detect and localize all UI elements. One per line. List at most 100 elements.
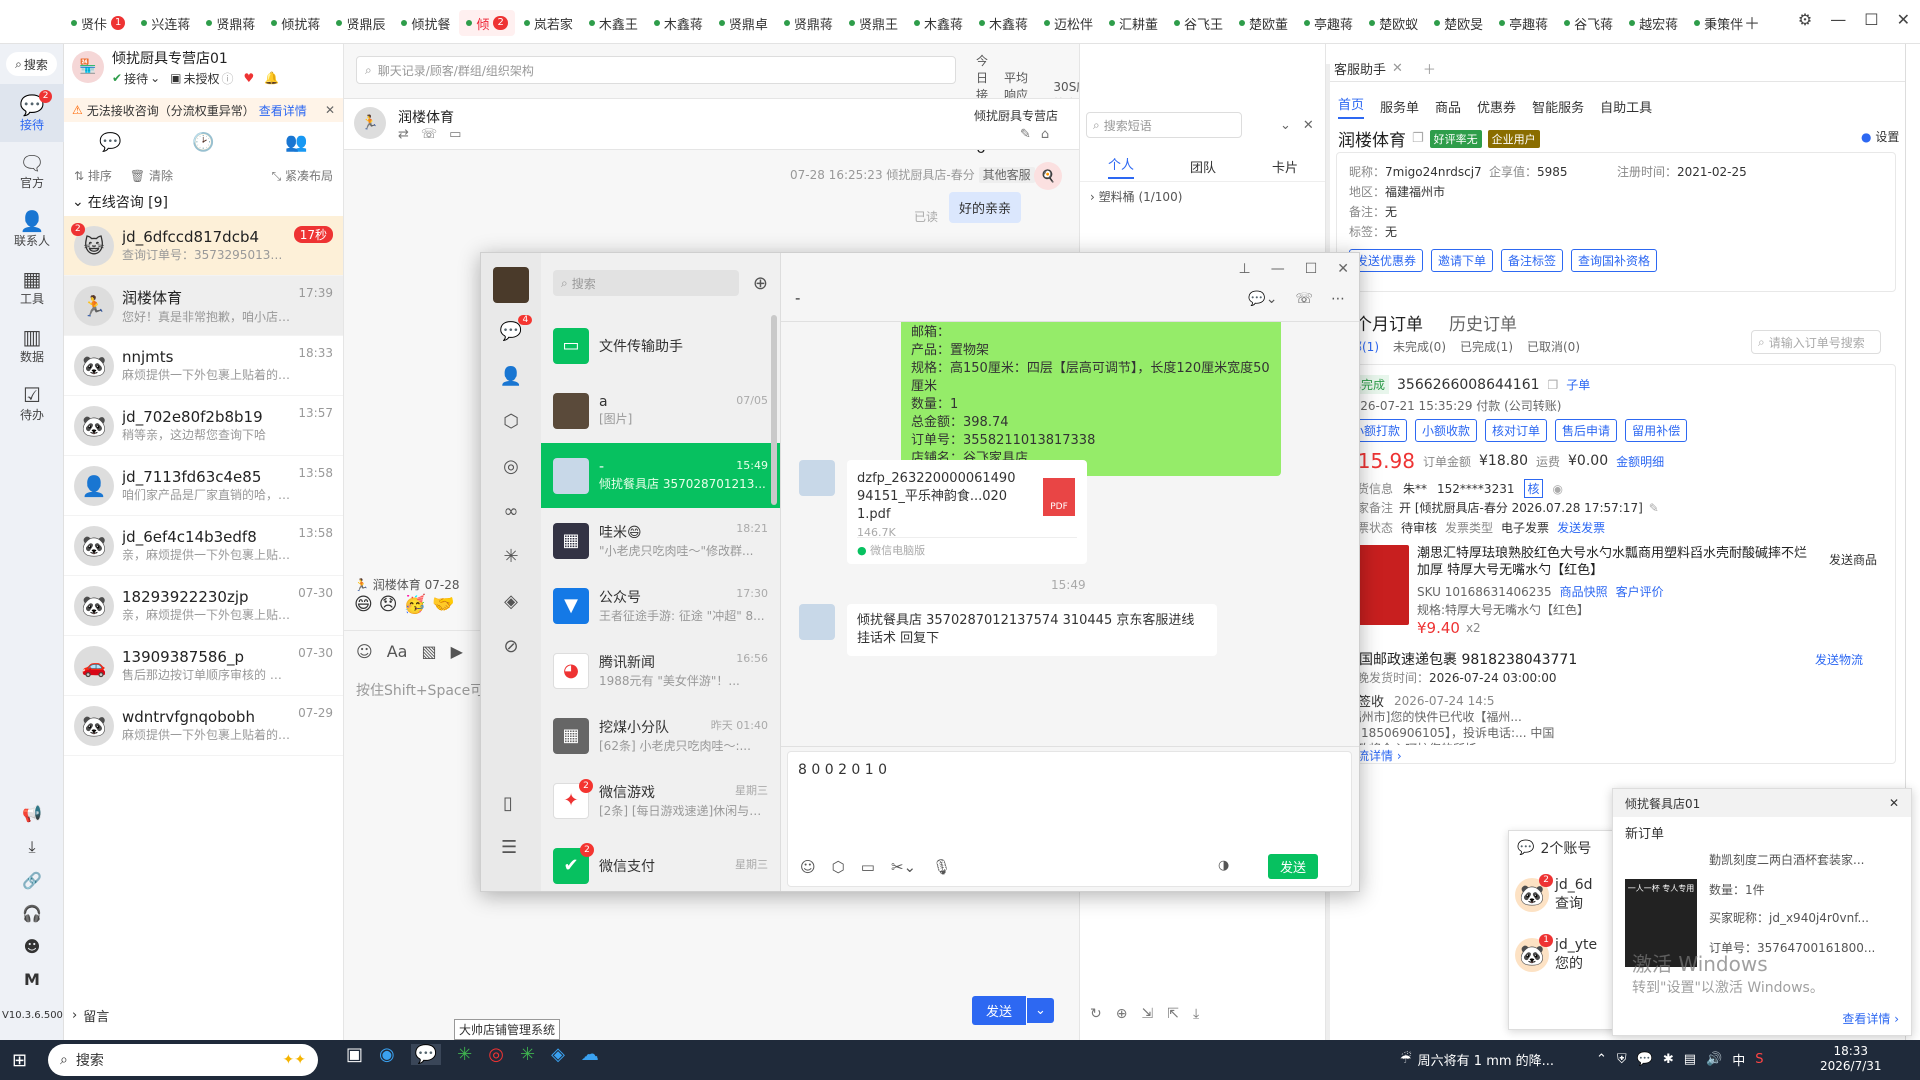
send-invoice-link[interactable]: 发送发票: [1557, 519, 1605, 536]
my-avatar[interactable]: [493, 267, 529, 303]
task-view-icon[interactable]: ▣: [346, 1044, 363, 1065]
settings-icon[interactable]: ⚙: [1798, 10, 1812, 29]
order-filter[interactable]: 已取消(0): [1527, 338, 1580, 355]
wechat-chat-item[interactable]: ▦ 哇米😄 18:21 "小老虎只吃肉哇～"修改群...: [541, 508, 780, 573]
import-icon[interactable]: ⇲: [1141, 1006, 1153, 1022]
emoji-icon[interactable]: 🤝: [432, 594, 454, 615]
account-item[interactable]: 🐼 1 jd_yte 您的: [1509, 925, 1615, 985]
store-tab[interactable]: 木鑫王: [582, 10, 645, 36]
store-tab[interactable]: 贤鼎王: [842, 10, 905, 36]
scissors-icon[interactable]: ✂⌄: [891, 858, 916, 876]
store-tab[interactable]: 楚欧董: [1232, 10, 1295, 36]
network-icon[interactable]: ▤: [1684, 1052, 1696, 1067]
store-tab[interactable]: 倾扰餐: [394, 10, 457, 36]
session-item[interactable]: 🚗 13909387586_p 售后那边按订单顺序审核的 麻烦... 07-30: [64, 636, 343, 696]
snapshot-link[interactable]: 商品快照: [1560, 583, 1608, 600]
app-star-icon[interactable]: ✳: [457, 1044, 472, 1065]
phone-icon[interactable]: ▯: [503, 793, 513, 814]
weather[interactable]: ☔ 周六将有 1 mm 的降...: [1400, 1050, 1554, 1069]
file-message[interactable]: dzfp_26322000006149094151_平乐神韵食...0201.p…: [847, 460, 1087, 564]
assistant-nav-tab[interactable]: 首页: [1338, 94, 1365, 119]
store-tab[interactable]: 贤佧 1: [64, 10, 132, 36]
account-item[interactable]: 🐼 2 jd_6d 查询: [1509, 865, 1615, 925]
transfer-icon[interactable]: ⇄: [398, 127, 409, 142]
wechat-search-input[interactable]: ⌕ 搜索: [553, 270, 739, 296]
auth-status[interactable]: ▣ 未授权 ⓘ: [170, 70, 233, 87]
send-options-button[interactable]: ⌄: [1026, 998, 1054, 1023]
store-tab[interactable]: 亭趣蒋: [1492, 10, 1555, 36]
tab-history-orders[interactable]: 历史订单: [1449, 310, 1517, 335]
favorites-icon[interactable]: ⬡: [503, 411, 519, 432]
folder-icon[interactable]: ▭: [861, 858, 875, 876]
refresh-icon[interactable]: ↻: [1090, 1006, 1102, 1022]
copy-icon[interactable]: ❐: [1548, 378, 1559, 392]
edge-icon[interactable]: ◉: [379, 1044, 395, 1065]
nav-item[interactable]: ▦ 工具: [0, 258, 64, 316]
minimize-icon[interactable]: —: [1271, 261, 1285, 277]
nav-item[interactable]: 💬 2 接待: [0, 84, 64, 142]
megaphone-icon[interactable]: 📢: [22, 804, 42, 823]
m-logo-icon[interactable]: M: [24, 970, 40, 989]
chat-icon[interactable]: 💬 4: [500, 315, 533, 342]
tab-card[interactable]: 卡片: [1272, 157, 1298, 176]
assistant-nav-tab[interactable]: 服务单: [1380, 97, 1419, 116]
image-icon[interactable]: ▧: [421, 642, 436, 661]
notice-link[interactable]: 查看详情: [259, 102, 307, 119]
store-tab[interactable]: 迈松伴: [1037, 10, 1100, 36]
store-tab[interactable]: 贤鼎卓: [712, 10, 775, 36]
minimize-icon[interactable]: —: [1830, 10, 1846, 29]
copy-icon[interactable]: ❐: [1412, 131, 1424, 146]
store-tab[interactable]: 木鑫蒋: [647, 10, 710, 36]
bot-icon[interactable]: ☻: [24, 937, 41, 956]
status-dropdown[interactable]: ✔ 接待 ⌄: [112, 70, 160, 87]
clock[interactable]: 18:33 2026/7/31: [1820, 1044, 1882, 1074]
send-logistics-link[interactable]: 发送物流: [1815, 651, 1863, 668]
product-title[interactable]: 潮思汇特厚珐琅熟胶红色大号水勺水瓢商用塑料舀水壳耐酸碱摔不烂加厚 特厚大号无嘴水…: [1417, 545, 1807, 579]
home-icon[interactable]: ⌂: [1041, 127, 1049, 142]
store-tab[interactable]: 汇耕董: [1102, 10, 1165, 36]
store-tab[interactable]: 木鑫蒋: [907, 10, 970, 36]
wechat-chat-item[interactable]: - 15:49 倾扰餐具店 357028701213...: [541, 443, 780, 508]
heart-icon[interactable]: ♥: [244, 71, 255, 85]
antivirus-icon[interactable]: S: [1755, 1052, 1763, 1067]
customer-action-button[interactable]: 备注标签: [1501, 249, 1564, 272]
wechat-chat-item[interactable]: ✦ 2 微信游戏 星期三 [2条] [每日游戏速递]休闲与塔...: [541, 768, 780, 833]
order-action-button[interactable]: 核对订单: [1485, 419, 1548, 442]
session-item[interactable]: 🐼 jd_702e80f2b8b19 稍等亲，这边帮您查询下哈 13:57: [64, 396, 343, 456]
font-icon[interactable]: Aa: [387, 642, 408, 661]
store-tab[interactable]: 贤鼎蒋: [777, 10, 840, 36]
store-tab[interactable]: 谷飞王: [1167, 10, 1230, 36]
wechat-chat-item[interactable]: ✔ 2 微信支付 星期三: [541, 833, 780, 898]
smile-icon[interactable]: ☺: [356, 642, 373, 661]
session-item[interactable]: 🐼 jd_6ef4c14b3edf8 亲，麻烦提供一下外包裹上贴着的... 13:58: [64, 516, 343, 576]
chat-bubble-icon[interactable]: 💬: [99, 132, 121, 153]
verify-tag[interactable]: 核: [1524, 479, 1543, 498]
close-icon[interactable]: ✕: [1897, 10, 1910, 29]
add-icon[interactable]: ⊕: [753, 273, 768, 294]
store-tab[interactable]: 倾扰蒋: [264, 10, 327, 36]
list-scrollbar[interactable]: [771, 315, 777, 505]
app-chat-icon[interactable]: ☁: [581, 1044, 599, 1065]
store-tab[interactable]: 贤鼎蒋: [199, 10, 262, 36]
add-icon[interactable]: ⊕: [1116, 1006, 1128, 1022]
tab-personal[interactable]: 个人: [1107, 154, 1134, 179]
store-tab[interactable]: 岚若家: [517, 10, 580, 36]
order-search-input[interactable]: ⌕ 请输入订单号搜索: [1751, 330, 1881, 354]
more-icon[interactable]: ⋯: [1331, 291, 1345, 307]
download-icon[interactable]: ⤓: [28, 837, 35, 857]
session-item[interactable]: 🐼 nnjmts 麻烦提供一下外包裹上贴着的快递... 18:33: [64, 336, 343, 396]
assistant-nav-tab[interactable]: 优惠券: [1477, 97, 1516, 116]
mic-icon[interactable]: 🎙: [932, 858, 951, 876]
eye-icon[interactable]: ◉: [1553, 482, 1563, 496]
users-icon[interactable]: 👥: [285, 132, 307, 153]
tab-team[interactable]: 团队: [1190, 157, 1216, 176]
assistant-nav-tab[interactable]: 商品: [1435, 97, 1461, 116]
wechat-chat-item[interactable]: ▭ 文件传输助手: [541, 313, 780, 378]
video-icon[interactable]: ▶: [451, 642, 463, 661]
nav-item[interactable]: 🗨 官方: [0, 142, 64, 200]
app-star2-icon[interactable]: ✳: [520, 1044, 535, 1065]
emoji-icon[interactable]: ☺: [800, 858, 816, 876]
store-tab[interactable]: 楚欧蚁: [1362, 10, 1425, 36]
store-tab[interactable]: 亭趣蒋: [1297, 10, 1360, 36]
comment-icon[interactable]: ▭: [449, 127, 461, 142]
